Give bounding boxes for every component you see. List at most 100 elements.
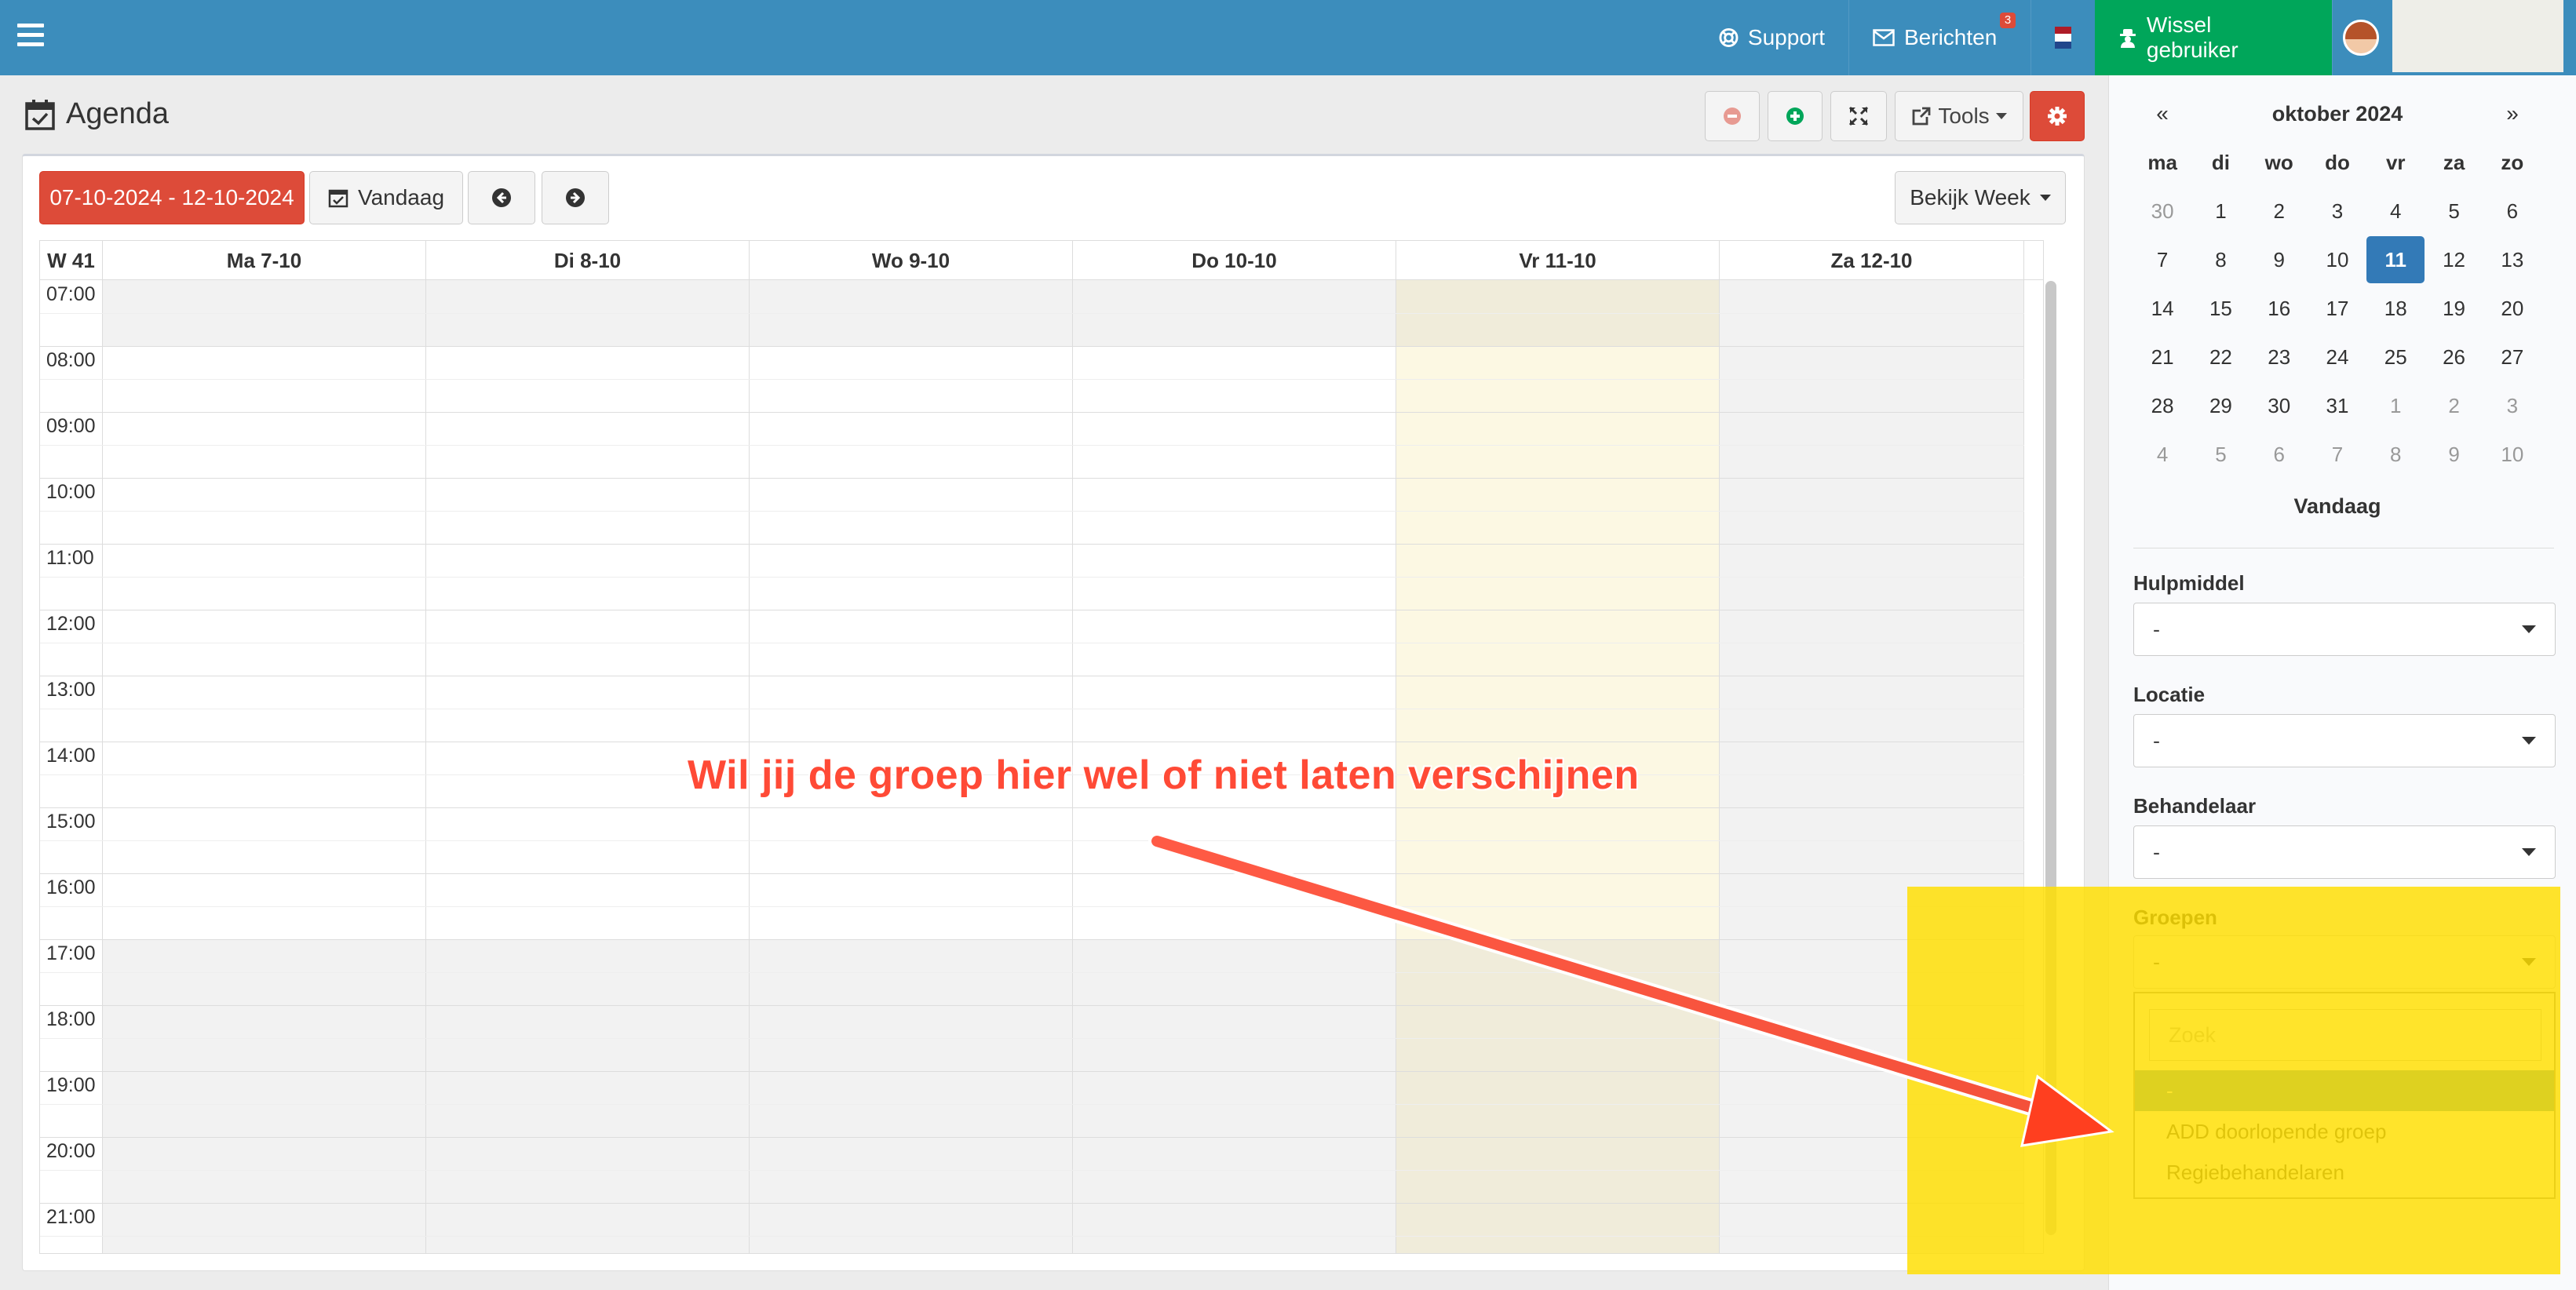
- day-cell[interactable]: 29: [2191, 381, 2249, 430]
- weekday-label: za: [2443, 150, 2465, 174]
- user-name-area[interactable]: [2392, 0, 2563, 72]
- time-label: 13:00: [46, 679, 96, 701]
- day-column-mon[interactable]: [103, 280, 426, 1253]
- day-cell-selected[interactable]: 11: [2366, 235, 2425, 284]
- week-calendar: W 41 Ma 7-10 Di 8-10 Wo 9-10 Do 10-10 Vr…: [39, 240, 2044, 1254]
- next-month-button[interactable]: »: [2483, 101, 2541, 126]
- switch-user-button[interactable]: Wissel gebruiker: [2095, 0, 2332, 75]
- date-range-button[interactable]: 07-10-2024 - 12-10-2024: [39, 171, 305, 224]
- day-cell[interactable]: 30: [2133, 187, 2191, 235]
- day-cell[interactable]: 23: [2250, 333, 2308, 381]
- day-cell[interactable]: 10: [2308, 235, 2366, 284]
- day-cell[interactable]: 15: [2191, 284, 2249, 333]
- calendar-scrollbar[interactable]: [2045, 281, 2056, 1235]
- support-link[interactable]: Support: [1695, 0, 1848, 75]
- day-cell[interactable]: 6: [2250, 430, 2308, 479]
- day-cell[interactable]: 8: [2191, 235, 2249, 284]
- day-cell[interactable]: 1: [2191, 187, 2249, 235]
- day-cell[interactable]: 22: [2191, 333, 2249, 381]
- today-button[interactable]: Vandaag: [309, 171, 463, 224]
- day-header-sat[interactable]: Za 12-10: [1720, 241, 2024, 280]
- day-cell[interactable]: 25: [2366, 333, 2425, 381]
- groepen-label: Groepen: [2133, 906, 2217, 929]
- day-cell[interactable]: 1: [2366, 381, 2425, 430]
- view-dropdown[interactable]: Bekijk Week: [1895, 171, 2066, 224]
- locatie-label: Locatie: [2133, 683, 2206, 706]
- day-cell[interactable]: 14: [2133, 284, 2191, 333]
- day-cell[interactable]: 6: [2483, 187, 2541, 235]
- day-cell[interactable]: 4: [2366, 187, 2425, 235]
- language-selector[interactable]: [2031, 0, 2095, 75]
- day-cell[interactable]: 21: [2133, 333, 2191, 381]
- week-number: W 41: [40, 241, 103, 280]
- day-cell[interactable]: 19: [2425, 284, 2483, 333]
- groepen-search-input[interactable]: Zoek: [2149, 1009, 2541, 1061]
- day-cell[interactable]: 17: [2308, 284, 2366, 333]
- day-cell[interactable]: 18: [2366, 284, 2425, 333]
- mini-today-button[interactable]: Vandaag: [2133, 479, 2541, 519]
- annotation-text: Wil jij de groep hier wel of niet laten …: [688, 752, 1640, 798]
- day-header-fri[interactable]: Vr 11-10: [1396, 241, 1720, 280]
- day-cell[interactable]: 5: [2191, 430, 2249, 479]
- day-cell[interactable]: 26: [2425, 333, 2483, 381]
- day-cell[interactable]: 24: [2308, 333, 2366, 381]
- day-column-sat[interactable]: [1720, 280, 2024, 1253]
- remove-button[interactable]: [1705, 91, 1760, 141]
- month-label[interactable]: oktober 2024: [2191, 102, 2483, 126]
- day-cell[interactable]: 30: [2250, 381, 2308, 430]
- settings-button[interactable]: [2030, 91, 2085, 141]
- previous-week-button[interactable]: [468, 171, 535, 224]
- day-cell[interactable]: 9: [2425, 430, 2483, 479]
- weekday-label: wo: [2264, 150, 2293, 174]
- groepen-option[interactable]: Regiebehandelaren: [2135, 1152, 2554, 1193]
- behandelaar-select[interactable]: -: [2133, 825, 2556, 879]
- day-cell[interactable]: 8: [2366, 430, 2425, 479]
- day-cell[interactable]: 5: [2425, 187, 2483, 235]
- day-cell[interactable]: 4: [2133, 430, 2191, 479]
- weekday-label: di: [2211, 150, 2230, 174]
- top-navbar: Support Berichten 3 Wissel gebruiker: [0, 0, 2576, 75]
- view-label: Bekijk Week: [1910, 185, 2031, 210]
- day-cell[interactable]: 12: [2425, 235, 2483, 284]
- caret-down-icon: [2522, 625, 2536, 633]
- menu-toggle-icon[interactable]: [17, 24, 44, 50]
- locatie-select[interactable]: -: [2133, 714, 2556, 767]
- day-cell[interactable]: 27: [2483, 333, 2541, 381]
- hulpmiddel-select[interactable]: -: [2133, 603, 2556, 656]
- today-label: Vandaag: [357, 185, 445, 210]
- messages-link[interactable]: Berichten 3: [1848, 0, 2031, 75]
- prev-month-button[interactable]: «: [2133, 101, 2191, 126]
- day-cell[interactable]: 7: [2133, 235, 2191, 284]
- day-cell[interactable]: 16: [2250, 284, 2308, 333]
- day-cell[interactable]: 3: [2308, 187, 2366, 235]
- day-cell[interactable]: 3: [2483, 381, 2541, 430]
- day-cell[interactable]: 9: [2250, 235, 2308, 284]
- next-week-button[interactable]: [542, 171, 609, 224]
- groepen-option-selected[interactable]: -: [2135, 1070, 2554, 1111]
- lifebuoy-icon: [1719, 28, 1739, 47]
- day-cell[interactable]: 20: [2483, 284, 2541, 333]
- day-cell[interactable]: 2: [2425, 381, 2483, 430]
- day-header-thu[interactable]: Do 10-10: [1073, 241, 1396, 280]
- groepen-option[interactable]: ADD doorlopende groep: [2135, 1111, 2554, 1152]
- tools-dropdown[interactable]: Tools: [1895, 91, 2023, 141]
- time-label: 20:00: [46, 1140, 96, 1162]
- fullscreen-button[interactable]: [1830, 91, 1887, 141]
- day-header-mon[interactable]: Ma 7-10: [103, 241, 426, 280]
- user-menu[interactable]: [2332, 0, 2388, 75]
- groepen-select[interactable]: -: [2133, 935, 2556, 989]
- time-label: 21:00: [46, 1206, 96, 1228]
- day-header-tue[interactable]: Di 8-10: [426, 241, 750, 280]
- day-cell[interactable]: 7: [2308, 430, 2366, 479]
- expand-icon: [1848, 106, 1869, 126]
- add-button[interactable]: [1768, 91, 1823, 141]
- day-cell[interactable]: 28: [2133, 381, 2191, 430]
- behandelaar-value: -: [2153, 840, 2160, 864]
- day-cell[interactable]: 31: [2308, 381, 2366, 430]
- time-label: 09:00: [46, 415, 96, 437]
- day-cell[interactable]: 2: [2250, 187, 2308, 235]
- day-cell[interactable]: 10: [2483, 430, 2541, 479]
- avatar: [2342, 20, 2379, 56]
- day-header-wed[interactable]: Wo 9-10: [750, 241, 1073, 280]
- day-cell[interactable]: 13: [2483, 235, 2541, 284]
